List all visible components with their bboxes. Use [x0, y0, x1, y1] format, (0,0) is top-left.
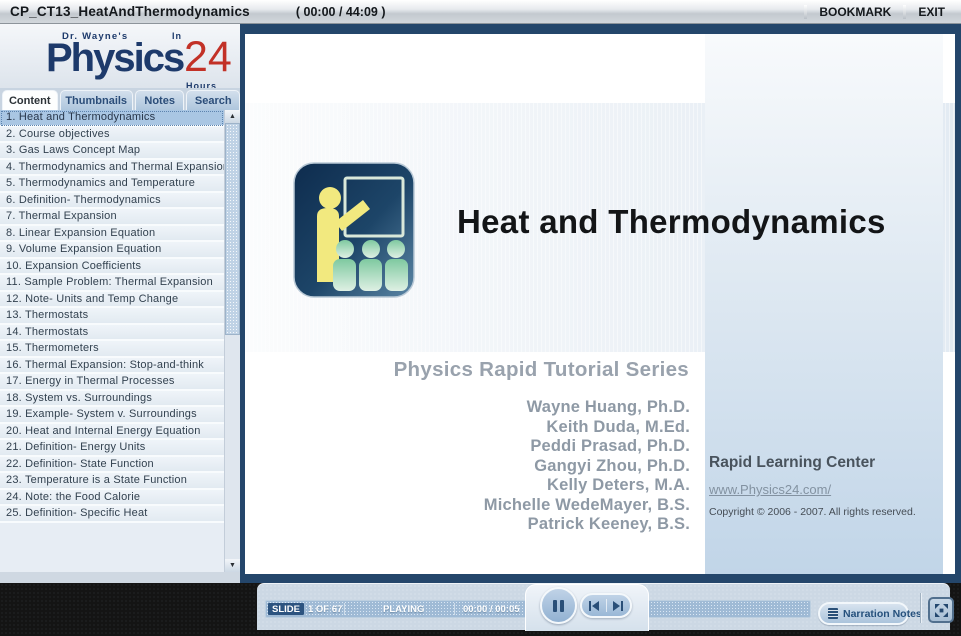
physics24-logo: Dr. Wayne's Physics In 24 Hours: [0, 24, 240, 88]
player-control-panel: SLIDE 1 OF 67 PLAYING 00:00 / 00:05 Narr…: [257, 583, 954, 631]
lesson-title: CP_CT13_HeatAndThermodynamics: [10, 4, 250, 19]
author-line: Wayne Huang, Ph.D.: [526, 398, 690, 416]
status-divider: [454, 603, 455, 615]
title-bar: CP_CT13_HeatAndThermodynamics ( 00:00 / …: [0, 0, 961, 24]
player-bar: SLIDE 1 OF 67 PLAYING 00:00 / 00:05 Narr…: [0, 583, 961, 636]
tab-content[interactable]: Content: [2, 90, 58, 110]
author-line: Michelle WedeMayer, B.S.: [483, 495, 690, 514]
scrollbar-down-icon[interactable]: ▼: [225, 559, 240, 572]
toc-item-8[interactable]: 8. Linear Expansion Equation: [0, 225, 224, 242]
toc-item-2[interactable]: 2. Course objectives: [0, 126, 224, 143]
table-of-contents: 1. Heat and Thermodynamics 2. Course obj…: [0, 110, 224, 572]
toc-item-6[interactable]: 6. Definition- Thermodynamics: [0, 192, 224, 209]
toc-item-1[interactable]: 1. Heat and Thermodynamics: [0, 110, 224, 127]
org-name: Rapid Learning Center: [709, 454, 876, 471]
series-subtitle: Physics Rapid Tutorial Series: [393, 358, 689, 381]
toc-item-7[interactable]: 7. Thermal Expansion: [0, 209, 224, 226]
org-website-link[interactable]: www.Physics24.com/: [709, 482, 831, 497]
toc-item-13[interactable]: 13. Thermostats: [0, 308, 224, 325]
fullscreen-icon: [934, 603, 948, 617]
toc-item-14[interactable]: 14. Thermostats: [0, 324, 224, 341]
next-icon: [621, 600, 624, 611]
toc-scrollbar[interactable]: ▲ ▼: [224, 110, 240, 572]
pause-button[interactable]: [540, 587, 577, 624]
narration-notes-label: Narration Notes: [843, 607, 922, 620]
toc-item-12[interactable]: 12. Note- Units and Temp Change: [0, 291, 224, 308]
total-time: ( 00:00 / 44:09 ): [295, 4, 386, 19]
toc-item-25[interactable]: 25. Definition- Specific Heat: [0, 506, 224, 523]
author-line: Kelly Deters, M.A.: [547, 476, 690, 494]
author-line: Keith Duda, M.Ed.: [546, 417, 690, 436]
bookmark-button[interactable]: BOOKMARK: [819, 5, 891, 19]
sidebar: Dr. Wayne's Physics In 24 Hours Content …: [0, 24, 240, 583]
titlebar-divider: [804, 4, 808, 19]
authors-list: Wayne Huang, Ph.D. Keith Duda, M.Ed. Ped…: [375, 398, 690, 535]
slide-time: 00:00 / 00:05: [463, 603, 520, 615]
narration-notes-button[interactable]: Narration Notes: [818, 602, 922, 625]
author-line: Gangyi Zhou, Ph.D.: [534, 456, 690, 475]
toc-item-18[interactable]: 18. System vs. Surroundings: [0, 390, 224, 407]
slide-frame: Heat and Thermodynamics Physics Rapid Tu…: [240, 24, 961, 583]
slide-position: 1 OF 67: [308, 603, 343, 615]
tab-notes[interactable]: Notes: [134, 90, 185, 110]
toc-item-3[interactable]: 3. Gas Laws Concept Map: [0, 143, 224, 160]
toc-item-15[interactable]: 15. Thermometers: [0, 341, 224, 358]
fullscreen-button[interactable]: [928, 597, 954, 623]
toc-item-4[interactable]: 4. Thermodynamics and Thermal Expansion: [0, 159, 224, 176]
author-line: Peddi Prasad, Ph.D.: [530, 437, 690, 455]
toc-item-21[interactable]: 21. Definition- Energy Units: [0, 440, 224, 457]
slide-label: SLIDE: [268, 603, 304, 615]
toc-item-16[interactable]: 16. Thermal Expansion: Stop-and-think: [0, 357, 224, 374]
org-block: Rapid Learning Center www.Physics24.com/…: [709, 454, 939, 518]
tab-thumbnails[interactable]: Thumbnails: [59, 90, 133, 110]
toc-item-17[interactable]: 17. Energy in Thermal Processes: [0, 374, 224, 391]
slide-title: Heat and Thermodynamics: [457, 203, 886, 240]
slide-canvas: Heat and Thermodynamics Physics Rapid Tu…: [245, 34, 955, 574]
toc-item-20[interactable]: 20. Heat and Internal Energy Equation: [0, 423, 224, 440]
copyright-text: Copyright © 2006 - 2007. All rights rese…: [709, 506, 916, 518]
exit-button[interactable]: EXIT: [918, 5, 945, 19]
previous-icon: [588, 600, 591, 611]
titlebar-divider: [903, 4, 907, 19]
pause-icon: [560, 599, 564, 612]
next-icon: [613, 600, 621, 611]
previous-icon: [591, 600, 599, 611]
next-slide-button[interactable]: [607, 595, 631, 616]
pause-icon: [553, 599, 557, 612]
toc-item-9[interactable]: 9. Volume Expansion Equation: [0, 242, 224, 259]
toc-item-5[interactable]: 5. Thermodynamics and Temperature: [0, 176, 224, 193]
logo-number-24: 24: [184, 33, 232, 81]
status-divider: [344, 603, 345, 615]
toc-item-19[interactable]: 19. Example- System v. Surroundings: [0, 407, 224, 424]
sidebar-tabbar: Content Thumbnails Notes Search: [0, 88, 240, 110]
prev-next-control: [580, 593, 632, 618]
panel-divider: [920, 593, 921, 623]
toc-item-10[interactable]: 10. Expansion Coefficients: [0, 258, 224, 275]
toc-item-22[interactable]: 22. Definition- State Function: [0, 456, 224, 473]
notes-document-icon: [828, 608, 838, 619]
scrollbar-up-icon[interactable]: ▲: [225, 110, 240, 123]
toc-item-23[interactable]: 23. Temperature is a State Function: [0, 473, 224, 490]
sidebar-footer: [0, 572, 240, 583]
logo-in-word: In: [172, 31, 182, 41]
previous-slide-button[interactable]: [582, 595, 606, 616]
author-line: Patrick Keeney, B.S.: [527, 515, 690, 533]
presenter-icon: [293, 162, 415, 298]
tab-search[interactable]: Search: [186, 90, 240, 110]
toc-item-11[interactable]: 11. Sample Problem: Thermal Expansion: [0, 275, 224, 292]
scrollbar-thumb[interactable]: [225, 123, 240, 335]
logo-word: Physics: [46, 36, 185, 80]
playback-status: PLAYING: [383, 603, 425, 615]
toc-item-24[interactable]: 24. Note: the Food Calorie: [0, 489, 224, 506]
logo-hours-word: Hours: [186, 81, 218, 88]
